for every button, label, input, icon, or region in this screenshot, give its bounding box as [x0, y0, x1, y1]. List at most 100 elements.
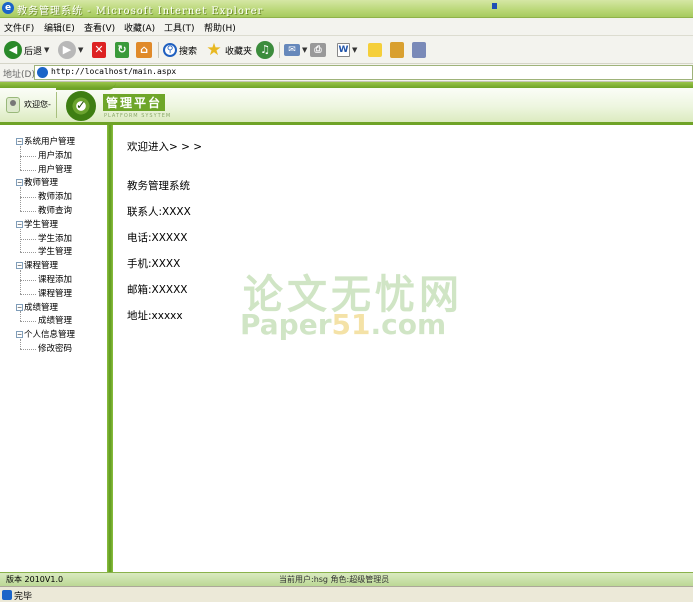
refresh-button[interactable]: ↻ [115, 40, 129, 60]
search-button[interactable]: ⚲ 搜索 [163, 40, 197, 60]
home-button[interactable]: ⌂ [136, 40, 152, 60]
tree-item[interactable]: 用户添加 [38, 149, 72, 161]
refresh-icon: ↻ [115, 42, 129, 58]
tree-group[interactable]: 成绩管理 [24, 301, 58, 313]
tree-connector [20, 280, 36, 281]
tree-item[interactable]: 学生添加 [38, 232, 72, 244]
status-bar: 完毕 [0, 586, 693, 602]
tree-collapse-icon[interactable]: − [16, 138, 23, 145]
current-user-text: 当前用户:hsg 角色:超级管理员 [279, 575, 390, 584]
toolbar-separator [158, 42, 159, 58]
menu-help[interactable]: 帮助(H) [204, 21, 236, 34]
tree-connector [20, 238, 36, 240]
tree-collapse-icon[interactable]: − [16, 220, 23, 228]
home-icon: ⌂ [136, 42, 152, 58]
tree-connector [20, 311, 21, 322]
watermark-domain-a: Paper [240, 308, 332, 341]
mail-dropdown-icon[interactable]: ▼ [302, 46, 307, 54]
menu-favorites[interactable]: 收藏(A) [124, 21, 155, 34]
discuss-button[interactable] [368, 40, 382, 60]
tree-group[interactable]: 教师管理 [24, 176, 58, 188]
tree-collapse-icon[interactable]: − [16, 331, 23, 339]
print-icon: ⎙ [310, 43, 326, 57]
stop-button[interactable]: ✕ [92, 40, 106, 60]
phone-number: 电话:XXXXX [127, 232, 188, 244]
tree-item[interactable]: 用户管理 [38, 163, 72, 175]
forward-dropdown-icon[interactable]: ▼ [78, 46, 83, 54]
back-button[interactable]: ◀ 后退 ▼ [4, 40, 49, 60]
back-dropdown-icon[interactable]: ▼ [44, 46, 49, 54]
address-bar: 地址(D) http://localhost/main.aspx [0, 64, 693, 82]
menu-bar: 文件(F) 编辑(E) 查看(V) 收藏(A) 工具(T) 帮助(H) [0, 18, 693, 36]
tree-group[interactable]: 学生管理 [24, 218, 58, 230]
tree-item[interactable]: 教师添加 [38, 190, 72, 202]
toolbar: ◀ 后退 ▼ ▶ ▼ ✕ ↻ ⌂ ⚲ 搜索 ★ 收藏夹 ♫ ✉ ▼ ⎙ W ▼ [0, 36, 693, 64]
favorites-label: 收藏夹 [225, 46, 253, 57]
tree-item[interactable]: 学生管理 [38, 245, 72, 257]
browser-window: e 教务管理系统 - Microsoft Internet Explorer 文… [0, 0, 693, 602]
address-label: 地址(D) [3, 70, 35, 80]
tree-connector [20, 270, 21, 294]
title-marker-icon [492, 3, 497, 9]
header-curve [56, 82, 116, 90]
search-label: 搜索 [179, 46, 198, 57]
address-input[interactable]: http://localhost/main.aspx [34, 65, 693, 80]
back-arrow-icon: ◀ [4, 41, 22, 59]
tree-item[interactable]: 教师查询 [38, 204, 72, 216]
mail-icon: ✉ [284, 44, 300, 56]
logo-icon: ✓ [66, 91, 96, 121]
back-label: 后退 [24, 46, 43, 57]
app-title: 管理平台 [103, 94, 166, 111]
menu-view[interactable]: 查看(V) [84, 21, 115, 34]
media-button[interactable]: ♫ [256, 40, 274, 60]
tree-collapse-icon[interactable]: − [16, 179, 23, 187]
edit-dropdown-icon[interactable]: ▼ [352, 46, 357, 54]
status-page-icon [2, 590, 12, 600]
tree-item[interactable]: 课程管理 [38, 287, 72, 299]
tree-connector [20, 155, 36, 157]
research-button[interactable] [390, 40, 404, 60]
menu-tools[interactable]: 工具(T) [164, 21, 195, 34]
welcome-text: 欢迎您- [24, 100, 51, 109]
tree-collapse-icon[interactable]: − [16, 303, 23, 311]
status-text: 完毕 [14, 592, 33, 602]
tree-item[interactable]: 课程添加 [38, 273, 72, 285]
header-divider [56, 92, 57, 118]
tree-group[interactable]: 系统用户管理 [24, 135, 75, 147]
book-icon [390, 42, 404, 58]
window-title: 教务管理系统 - Microsoft Internet Explorer [17, 6, 264, 17]
ie-icon: e [2, 2, 14, 14]
menu-edit[interactable]: 编辑(E) [44, 21, 75, 34]
title-bar: e 教务管理系统 - Microsoft Internet Explorer [0, 0, 693, 18]
welcome-heading: 欢迎进入> > > [127, 141, 203, 153]
edit-button[interactable]: W ▼ [337, 40, 357, 60]
toolbar-separator [279, 42, 280, 58]
forward-button[interactable]: ▶ ▼ [58, 40, 83, 60]
print-button[interactable]: ⎙ [310, 40, 326, 60]
tree-group[interactable]: 个人信息管理 [24, 328, 75, 340]
page-icon [37, 67, 48, 78]
app-subtitle: PLATFORM SYSYTEM [104, 113, 172, 119]
tree-connector [20, 187, 21, 211]
tree-connector [20, 252, 36, 254]
search-icon: ⚲ [163, 43, 177, 57]
main-content: 欢迎进入> > > 教务管理系统 联系人:XXXX 电话:XXXXX 手机:XX… [113, 125, 693, 572]
tree-item[interactable]: 成绩管理 [38, 314, 72, 326]
mail-button[interactable]: ✉ ▼ [284, 40, 307, 60]
postal-address: 地址:xxxxx [127, 310, 183, 322]
tree-item[interactable]: 修改密码 [38, 342, 72, 354]
favorites-button[interactable]: ★ 收藏夹 [205, 40, 252, 60]
tree-connector [20, 293, 36, 295]
tree-connector [20, 349, 36, 350]
menu-file[interactable]: 文件(F) [4, 21, 34, 34]
tree-group[interactable]: 课程管理 [24, 259, 58, 271]
address-url: http://localhost/main.aspx [51, 67, 177, 76]
star-icon: ★ [206, 40, 222, 60]
tree-connector [20, 211, 36, 212]
tree-connector [20, 321, 36, 323]
tree-collapse-icon[interactable]: − [16, 262, 23, 270]
version-text: 版本 2010V1.0 [6, 575, 64, 584]
messenger-button[interactable] [412, 40, 426, 60]
app-header: 欢迎您- ✓ 管理平台 PLATFORM SYSYTEM [0, 82, 693, 122]
forward-arrow-icon: ▶ [58, 41, 76, 59]
